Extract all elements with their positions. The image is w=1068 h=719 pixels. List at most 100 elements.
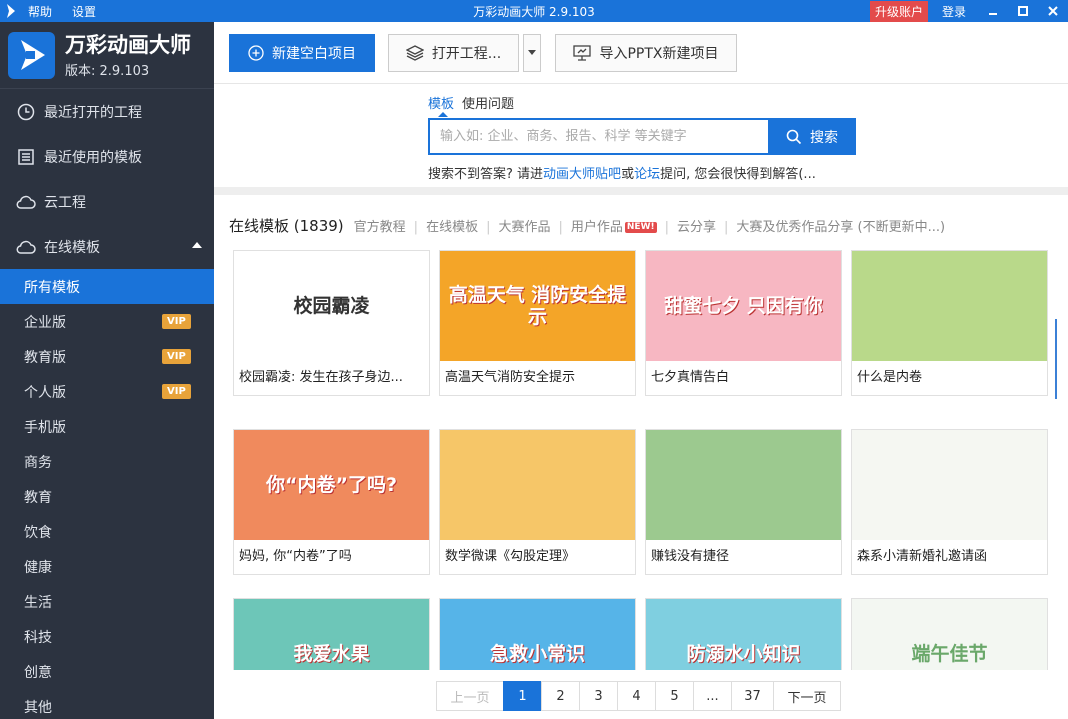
import-pptx-button[interactable]: 导入PPTX新建项目 [555, 33, 737, 72]
section-divider [214, 187, 1068, 195]
search-area: 模板 使用问题 搜索 搜索不到答案? 请进动画大师贴吧或论坛提问, 您会很快得到… [428, 92, 858, 182]
template-card[interactable]: 校园霸凌校园霸凌: 发生在孩子身边... [233, 250, 430, 396]
sidebar-subitem-label: 创意 [24, 664, 52, 681]
sidebar-item-online-templates[interactable]: 在线模板 [0, 224, 214, 269]
link-separator: | [558, 219, 563, 235]
sidebar-subitem[interactable]: 创意 [0, 654, 214, 689]
search-input[interactable] [428, 118, 768, 155]
page-button[interactable]: 1 [503, 681, 542, 711]
sidebar-subitem[interactable]: 教育 [0, 479, 214, 514]
thumbnail-text: 我爱水果 [293, 643, 370, 665]
page-button[interactable]: 37 [731, 681, 774, 711]
section-link[interactable]: 官方教程 [354, 220, 406, 235]
sidebar-subitem[interactable]: 企业版 VIP [0, 304, 214, 339]
prev-page-button[interactable]: 上一页 [436, 681, 504, 711]
thumbnail-text: 端午佳节 [911, 643, 988, 665]
template-card[interactable]: 赚钱没有捷径 [645, 429, 842, 575]
section-link[interactable]: 云分享 [677, 220, 716, 235]
plus-circle-icon [248, 44, 264, 61]
upgrade-account-button[interactable]: 升级账户 [869, 0, 928, 22]
section-link[interactable]: 大赛及优秀作品分享 (不断更新中...) [736, 220, 945, 235]
cloud-icon [16, 192, 36, 212]
template-grid: 校园霸凌 校园霸凌: 发生在孩子身边... 高温天气 消防安全提示 高温天气消防安全提… [233, 250, 1053, 670]
thumbnail-text: 防溺水小知识 [686, 643, 801, 665]
template-thumbnail: 端午佳节 [852, 599, 1047, 670]
sidebar-subitem-label: 所有模板 [24, 279, 80, 296]
scrollbar[interactable] [1055, 319, 1057, 399]
thumbnail-text: 校园霸凌 [293, 295, 370, 317]
collapse-caret-icon[interactable] [192, 242, 202, 248]
sidebar-item-recent-templates[interactable]: 最近使用的模板 [0, 134, 214, 179]
template-thumbnail [852, 251, 1047, 361]
sidebar-subitem[interactable]: 科技 [0, 619, 214, 654]
menu-help[interactable]: 帮助 [28, 3, 52, 20]
sidebar-subitem[interactable]: 手机版 [0, 409, 214, 444]
sidebar-subitem[interactable]: 个人版 VIP [0, 374, 214, 409]
next-page-button[interactable]: 下一页 [773, 681, 841, 711]
vip-badge: VIP [162, 384, 191, 399]
page-button[interactable]: 2 [541, 681, 580, 711]
help-suffix: 提问, 您会很快得到解答(... [660, 167, 816, 182]
vip-badge: VIP [162, 349, 191, 364]
page-button[interactable]: 3 [579, 681, 618, 711]
open-project-label: 打开工程... [431, 45, 502, 62]
minimize-icon[interactable] [978, 0, 1008, 22]
template-card[interactable]: 端午佳节 [851, 598, 1048, 670]
section-link[interactable]: 用户作品 NEW! [571, 220, 657, 235]
menu-settings[interactable]: 设置 [72, 3, 96, 20]
template-card[interactable]: 我爱水果 [233, 598, 430, 670]
page-button[interactable]: 5 [655, 681, 694, 711]
tieba-link[interactable]: 动画大师贴吧 [543, 167, 621, 182]
section-link[interactable]: 大赛作品 [498, 220, 550, 235]
close-icon[interactable] [1038, 0, 1068, 22]
import-pptx-label: 导入PPTX新建项目 [599, 45, 719, 62]
sidebar-item-recent-projects[interactable]: 最近打开的工程 [0, 89, 214, 134]
tab-templates[interactable]: 模板 [428, 93, 454, 117]
template-thumbnail [646, 430, 841, 540]
sidebar-item-cloud-projects[interactable]: 云工程 [0, 179, 214, 224]
sidebar-item-label: 最近使用的模板 [44, 149, 142, 166]
template-title: 妈妈, 你“内卷”了吗 [239, 549, 352, 564]
pagination: 上一页 1 2 3 4 5... 37 下一页 [436, 681, 841, 711]
template-card[interactable]: 你“内卷”了吗? 妈妈, 你“内卷”了吗 [233, 429, 430, 575]
search-icon [786, 129, 802, 144]
open-project-button[interactable]: 打开工程... [388, 33, 519, 72]
template-thumbnail: 防溺水小知识 [646, 599, 841, 670]
open-project-dropdown[interactable] [523, 33, 541, 72]
main-panel: 新建空白项目 打开工程... 导入PPTX新建项目 模板 使用问题 搜 [214, 22, 1068, 719]
template-card[interactable]: 什么是内卷 [851, 250, 1048, 396]
cloud-icon [16, 237, 36, 257]
sidebar-subitem[interactable]: 健康 [0, 549, 214, 584]
brand-version: 版本: 2.9.103 [65, 63, 150, 79]
link-separator: | [724, 219, 729, 235]
sidebar-subitem-label: 教育版 [24, 349, 66, 366]
forum-link[interactable]: 论坛 [634, 167, 660, 182]
brand: 万彩动画大师 版本: 2.9.103 [0, 22, 214, 89]
template-card[interactable]: 森系小清新婚礼邀请函 [851, 429, 1048, 575]
template-thumbnail: 高温天气 消防安全提示 [440, 251, 635, 361]
template-thumbnail: 我爱水果 [234, 599, 429, 670]
tab-usage-questions[interactable]: 使用问题 [462, 93, 514, 112]
sidebar-subitem[interactable]: 商务 [0, 444, 214, 479]
template-title: 高温天气消防安全提示 [445, 370, 576, 385]
login-button[interactable]: 登录 [942, 3, 966, 20]
template-card[interactable]: 急救小常识 [439, 598, 636, 670]
sidebar-subitem[interactable]: 教育版 VIP [0, 339, 214, 374]
maximize-icon[interactable] [1008, 0, 1038, 22]
template-card[interactable]: 高温天气 消防安全提示高温天气消防安全提示 [439, 250, 636, 396]
template-title: 什么是内卷 [857, 370, 923, 385]
template-card[interactable]: 防溺水小知识 [645, 598, 842, 670]
section-link-label: 官方教程 [353, 219, 406, 235]
sidebar-subitem[interactable]: 其他 [0, 689, 214, 719]
page-button[interactable]: 4 [617, 681, 656, 711]
sidebar-subitem[interactable]: 饮食 [0, 514, 214, 549]
section-link[interactable]: 在线模板 [426, 220, 478, 235]
sidebar-subitem[interactable]: 所有模板 [0, 269, 214, 304]
search-button[interactable]: 搜索 [768, 118, 856, 155]
sidebar-subitem[interactable]: 生活 [0, 584, 214, 619]
new-blank-project-button[interactable]: 新建空白项目 [229, 33, 375, 72]
page-button[interactable]: ... [693, 681, 732, 711]
template-card[interactable]: 甜蜜七夕 只因有你 七夕真情告白 [645, 250, 842, 396]
template-card[interactable]: 数学微课《勾股定理》 [439, 429, 636, 575]
template-title: 校园霸凌: 发生在孩子身边... [239, 370, 403, 385]
